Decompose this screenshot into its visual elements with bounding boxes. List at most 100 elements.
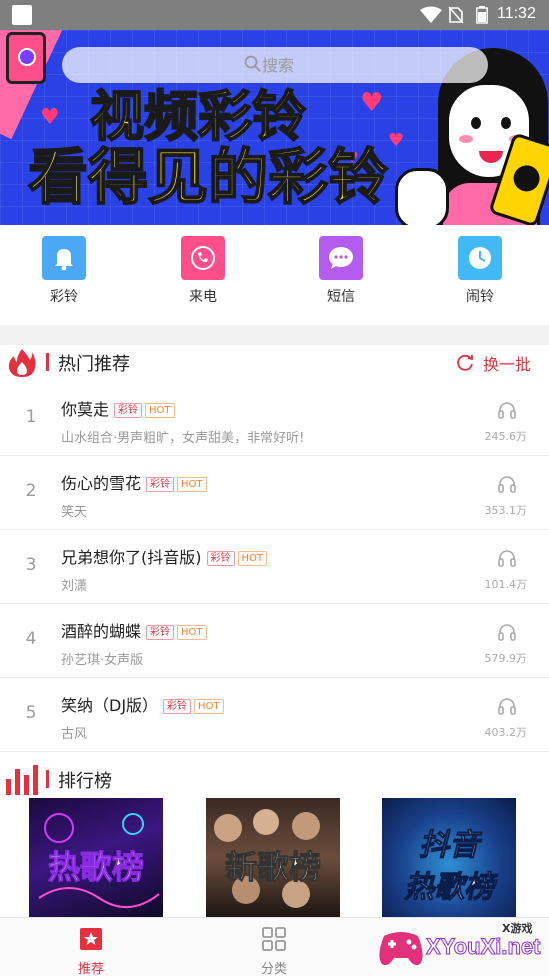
play-count: 245.6万 — [484, 430, 528, 443]
message-icon — [319, 236, 363, 280]
headphones-icon — [498, 476, 516, 493]
hot-badge: HOT — [177, 477, 207, 492]
tab-label: 分类 — [260, 962, 287, 976]
song-rank: 5 — [25, 703, 37, 723]
star-bookmark-icon — [80, 928, 102, 950]
banner-character-hand — [395, 168, 449, 225]
song-badges: 彩铃 HOT — [146, 620, 210, 640]
song-rank: 1 — [25, 407, 37, 427]
status-bar: 11:32 — [0, 0, 549, 30]
ringtone-badge: 彩铃 — [206, 551, 235, 566]
song-row[interactable]: 5 笑纳（DJ版） 彩铃 HOT 古风 403.2万 — [0, 678, 549, 752]
song-subtitle: 孙艺琪·女声版 — [61, 653, 144, 668]
song-subtitle: 刘潇 — [61, 579, 88, 594]
category-label: 闹铃 — [466, 289, 494, 305]
song-badges: 彩铃 HOT — [163, 694, 227, 714]
song-title-line: 酒醉的蝴蝶 彩铃 HOT — [61, 618, 210, 642]
search-icon — [244, 55, 262, 73]
song-title: 伤心的雪花 — [61, 474, 142, 493]
song-title: 酒醉的蝴蝶 — [61, 622, 142, 641]
ringtone-badge: 彩铃 — [146, 477, 175, 492]
section-accent-bar — [46, 770, 49, 788]
song-title: 笑纳（DJ版） — [61, 696, 159, 715]
section-accent-bar — [46, 353, 49, 371]
app-notification-icon — [12, 5, 32, 25]
banner-headline: 视频彩铃 看得见的彩铃 — [27, 85, 389, 213]
headphones-icon — [498, 550, 516, 567]
song-row[interactable]: 4 酒醉的蝴蝶 彩铃 HOT 孙艺琪·女声版 579.9万 — [0, 604, 549, 678]
category-alarm[interactable]: 闹铃 — [440, 236, 520, 306]
clock-icon — [458, 236, 502, 280]
refresh-button[interactable]: 换一批 — [457, 351, 531, 375]
category-label: 来电 — [189, 289, 217, 305]
song-badges: 彩铃 HOT — [206, 546, 271, 566]
song-title: 你莫走 — [61, 400, 110, 419]
fire-icon — [8, 349, 36, 377]
category-ringtone[interactable]: 彩铃 — [24, 236, 104, 306]
ranking-section-title: 排行榜 — [58, 771, 112, 792]
section-divider — [0, 325, 549, 345]
category-grid: 彩铃 来电 短信 闹铃 — [0, 225, 549, 325]
search-input[interactable] — [262, 50, 422, 80]
song-row[interactable]: 2 伤心的雪花 彩铃 HOT 笑天 353.1万 — [0, 456, 549, 530]
site-watermark: X游戏 XYouXi.net — [368, 918, 549, 976]
no-sim-icon — [448, 6, 464, 24]
song-badges: 彩铃 HOT — [146, 472, 210, 492]
song-title-line: 你莫走 彩铃 HOT — [61, 396, 178, 420]
chart-card-caption-bottom: 热歌榜 — [404, 870, 495, 906]
song-badges: 彩铃 HOT — [114, 398, 178, 418]
banner-line1: 视频彩铃 — [89, 85, 307, 148]
tab-category[interactable]: 分类 — [234, 926, 314, 976]
chart-card-new[interactable]: 新歌榜 — [206, 798, 340, 918]
ringtone-badge: 彩铃 — [163, 699, 192, 714]
category-label: 短信 — [327, 289, 355, 305]
category-incoming-call[interactable]: 来电 — [163, 236, 243, 306]
song-row[interactable]: 3 兄弟想你了(抖音版) 彩铃 HOT 刘潇 101.4万 — [0, 530, 549, 604]
chart-card-douyin[interactable]: 抖音 热歌榜 — [382, 798, 516, 918]
song-title-line: 伤心的雪花 彩铃 HOT — [61, 470, 210, 494]
tab-label: 推荐 — [77, 962, 104, 976]
watermark-site: XYouXi.net — [426, 934, 541, 960]
headphones-icon — [498, 698, 516, 715]
bell-icon — [42, 236, 86, 280]
category-sms[interactable]: 短信 — [301, 236, 381, 306]
song-rank: 3 — [25, 555, 37, 575]
hot-badge: HOT — [194, 699, 224, 714]
refresh-label: 换一批 — [482, 355, 531, 374]
hot-badge: HOT — [237, 551, 267, 566]
song-rank: 4 — [25, 629, 37, 649]
hot-section-title: 热门推荐 — [58, 354, 130, 375]
chart-card-hot[interactable]: 热歌榜 — [29, 798, 163, 918]
headphones-icon — [498, 402, 516, 419]
grid-icon — [262, 927, 286, 951]
headphones-icon — [498, 624, 516, 641]
song-title-line: 笑纳（DJ版） 彩铃 HOT — [61, 692, 227, 716]
chart-card-caption-top: 抖音 — [419, 828, 480, 864]
battery-icon — [476, 6, 488, 24]
tab-recommend[interactable]: 推荐 — [51, 926, 131, 976]
hot-section-header: 热门推荐 换一批 — [0, 343, 549, 383]
song-row[interactable]: 1 你莫走 彩铃 HOT 山水组合·男声粗旷，女声甜美，非常好听! 245.6万 — [0, 382, 549, 456]
banner-phone-illustration — [6, 32, 46, 84]
song-title-line: 兄弟想你了(抖音版) 彩铃 HOT — [61, 544, 270, 568]
song-subtitle: 古风 — [61, 727, 88, 742]
banner-line2: 看得见的彩铃 — [27, 143, 389, 213]
hot-badge: HOT — [177, 625, 207, 640]
chart-card-caption: 热歌榜 — [47, 848, 144, 887]
chart-card-caption: 新歌榜 — [224, 848, 321, 887]
gamepad-logo-icon — [379, 932, 423, 966]
play-count: 353.1万 — [484, 504, 528, 517]
song-rank: 2 — [25, 481, 37, 501]
ranking-section-header: 排行榜 — [0, 760, 549, 800]
phone-ring-icon — [181, 236, 225, 280]
song-title: 兄弟想你了(抖音版) — [61, 548, 202, 567]
ringtone-badge: 彩铃 — [114, 403, 143, 418]
search-bar[interactable] — [62, 47, 488, 83]
ringtone-badge: 彩铃 — [146, 625, 175, 640]
heart-icon: ♥ — [388, 130, 405, 151]
clock-time: 11:32 — [497, 5, 536, 22]
play-count: 579.9万 — [484, 652, 528, 665]
category-label: 彩铃 — [50, 289, 78, 305]
play-count: 101.4万 — [484, 578, 528, 591]
song-subtitle: 山水组合·男声粗旷，女声甜美，非常好听! — [61, 431, 305, 446]
